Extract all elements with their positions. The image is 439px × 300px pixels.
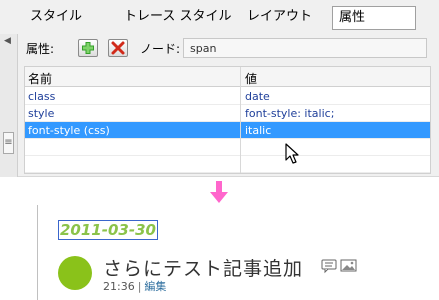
- attribute-name-cell: style: [28, 107, 55, 120]
- tab-attributes[interactable]: 属性: [332, 6, 416, 30]
- tab-bar: スタイル トレース スタイル レイアウト 属性: [0, 0, 439, 34]
- attribute-value-cell[interactable]: font-style: italic;: [245, 107, 334, 120]
- attribute-name-cell: font-style (css): [28, 124, 110, 137]
- post-avatar-dot: [58, 256, 92, 290]
- add-attribute-button[interactable]: [78, 39, 98, 57]
- meta-separator: |: [137, 280, 142, 293]
- post-date: 2011-03-30: [58, 220, 158, 240]
- attributes-label: 属性:: [26, 42, 55, 56]
- panel-gutter: ◀ ≡: [0, 34, 18, 177]
- image-icon[interactable]: [340, 259, 357, 272]
- column-header-name[interactable]: 名前: [28, 70, 52, 87]
- preview-divider: [37, 205, 38, 300]
- node-field[interactable]: span: [183, 38, 427, 58]
- plus-icon: [82, 42, 94, 54]
- attribute-grid: 名前 値 class date style font-style: italic…: [24, 66, 431, 174]
- table-row-selected[interactable]: font-style (css) italic: [25, 122, 430, 139]
- remove-attribute-button[interactable]: [108, 39, 128, 57]
- tab-trace-style[interactable]: トレース スタイル: [120, 6, 235, 30]
- column-separator[interactable]: [240, 67, 241, 173]
- collapse-caret-icon[interactable]: ◀: [4, 36, 11, 46]
- edit-link[interactable]: 編集: [144, 280, 166, 293]
- mouse-cursor-icon: [285, 143, 299, 164]
- attribute-inspector-panel: スタイル トレース スタイル レイアウト 属性 ◀ ≡ 属性: ノード: spa…: [0, 0, 439, 177]
- post-title[interactable]: さらにテスト記事追加: [103, 254, 303, 281]
- tab-style[interactable]: スタイル: [26, 6, 86, 30]
- attribute-value-cell[interactable]: italic: [245, 124, 271, 137]
- table-row[interactable]: [25, 139, 430, 156]
- table-row[interactable]: [25, 156, 430, 173]
- table-row[interactable]: style font-style: italic;: [25, 105, 430, 122]
- table-row[interactable]: class date: [25, 88, 430, 105]
- node-label: ノード:: [140, 42, 181, 56]
- attribute-toolbar: 属性: ノード: span: [18, 34, 439, 62]
- post-time: 21:36: [103, 280, 135, 293]
- comment-icon[interactable]: [321, 259, 337, 274]
- post-icons: [321, 259, 357, 274]
- attribute-name-cell: class: [28, 90, 56, 103]
- grid-header: 名前 値: [25, 67, 430, 87]
- tab-layout[interactable]: レイアウト: [243, 6, 316, 30]
- splitter-grip[interactable]: ≡: [3, 132, 14, 154]
- attribute-value-cell[interactable]: date: [245, 90, 270, 103]
- down-arrow-icon: [210, 181, 228, 203]
- post-meta: 21:36 | 編集: [103, 278, 166, 294]
- x-icon: [111, 41, 125, 55]
- column-header-value[interactable]: 値: [245, 70, 257, 87]
